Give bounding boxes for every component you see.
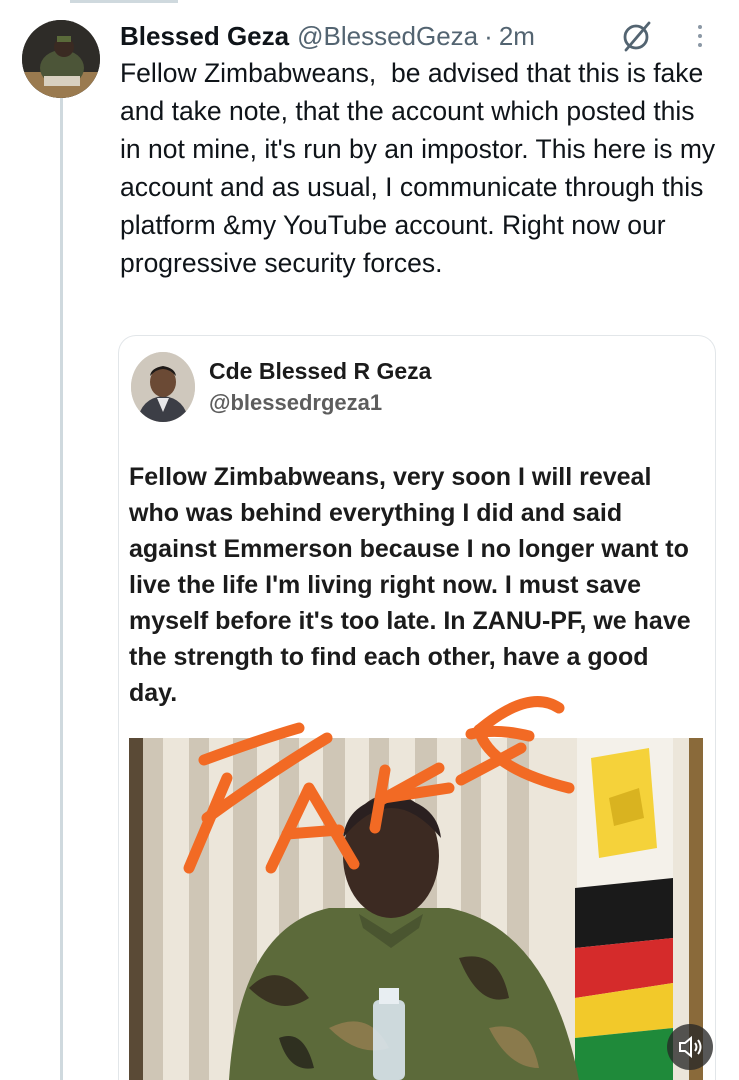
quoted-post-text: Fellow Zimbabweans, very soon I will rev… [129, 463, 691, 707]
post-header: Blessed Geza @BlessedGeza · 2m [120, 16, 535, 56]
author-handle[interactable]: @BlessedGeza [297, 21, 478, 52]
quoted-post-card[interactable]: Cde Blessed R Geza @blessedrgeza1 Fellow… [118, 335, 716, 1080]
author-display-name[interactable]: Blessed Geza [120, 21, 289, 52]
quoted-post-video[interactable] [129, 738, 703, 1080]
quoted-author-handle: @blessedrgeza1 [209, 390, 383, 415]
top-accent-bar [70, 0, 178, 3]
post-timestamp[interactable]: 2m [499, 21, 535, 52]
separator-dot: · [484, 20, 493, 51]
post-thread: Blessed Geza @BlessedGeza · 2m Fellow Zi… [0, 0, 739, 1080]
grok-icon[interactable] [618, 18, 654, 54]
quoted-author-avatar [131, 352, 195, 422]
quoted-author-name: Cde Blessed R Geza [209, 358, 432, 384]
volume-icon [679, 1035, 702, 1059]
thread-connector-line [60, 98, 63, 1080]
post-text: Fellow Zimbabweans, be advised that this… [120, 58, 723, 278]
volume-button[interactable] [667, 1024, 713, 1070]
author-avatar[interactable] [22, 20, 100, 98]
more-options-icon[interactable] [690, 20, 710, 52]
